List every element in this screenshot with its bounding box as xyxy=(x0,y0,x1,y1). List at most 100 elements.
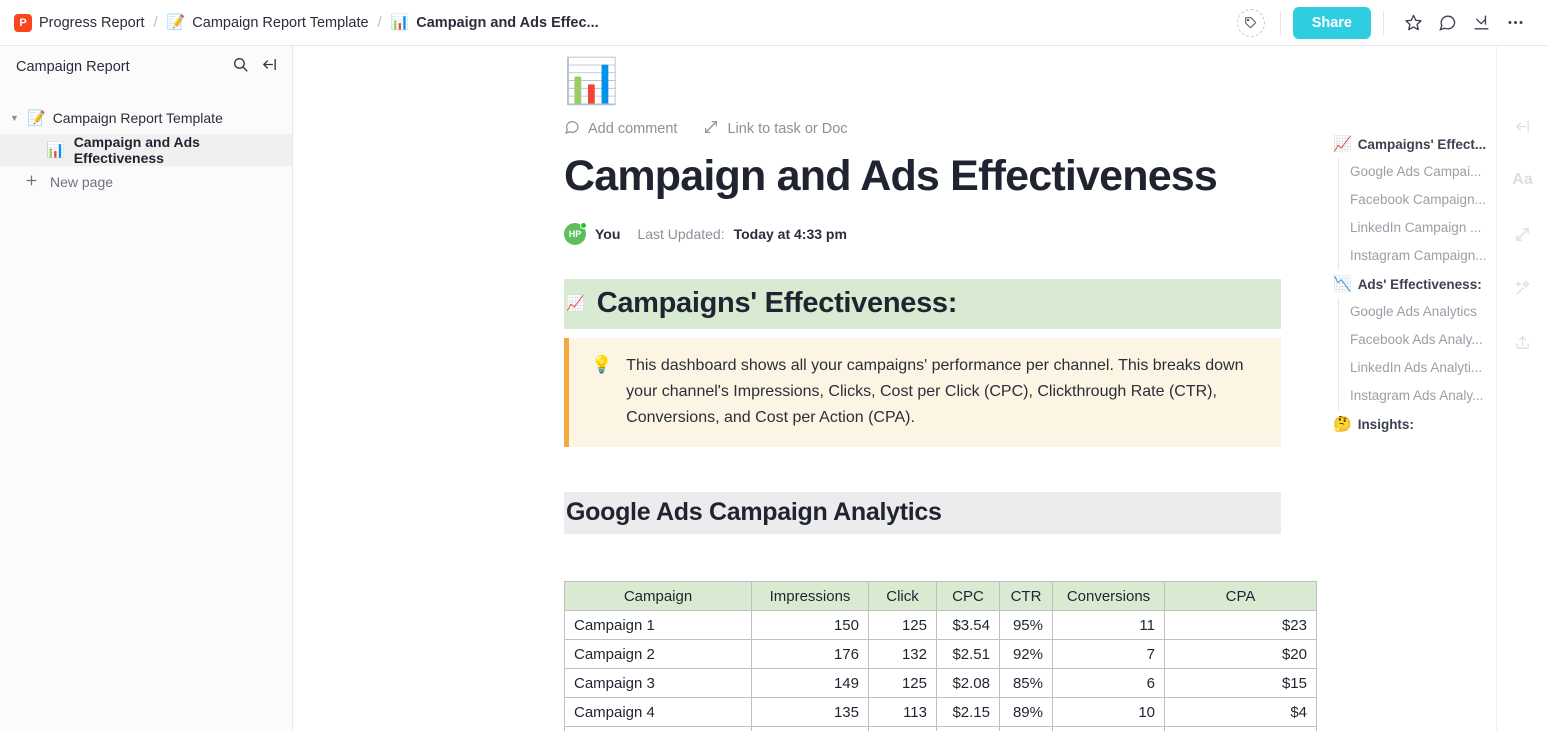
link-to-task-button[interactable]: Link to task or Doc xyxy=(703,119,848,139)
document-cover-emoji-icon[interactable]: 📊 xyxy=(564,60,1333,104)
table-header-cell[interactable]: CPA xyxy=(1164,581,1317,612)
table-cell[interactable]: 113 xyxy=(868,697,937,728)
table-cell[interactable]: 135 xyxy=(751,697,869,728)
callout-text: This dashboard shows all your campaigns'… xyxy=(626,357,1244,427)
table-cell[interactable]: 149 xyxy=(751,668,869,699)
table-row: Campaign 4 135 113 $2.15 89% 10 $4 xyxy=(564,697,1317,728)
table-cell[interactable]: 7 xyxy=(1052,639,1165,670)
table-cell[interactable]: $23 xyxy=(1164,610,1317,641)
sidebar-tree: ▼ 📝 Campaign Report Template 📊 Campaign … xyxy=(0,88,292,198)
table-cell[interactable]: Campaign 3 xyxy=(564,668,752,699)
more-options-icon[interactable] xyxy=(1498,6,1532,40)
table-header-cell[interactable]: Impressions xyxy=(751,581,869,612)
font-size-icon[interactable]: Aa xyxy=(1509,166,1537,194)
presence-dot-icon xyxy=(580,222,587,230)
ai-wand-icon[interactable] xyxy=(1509,274,1537,302)
table-cell[interactable]: Campaign 4 xyxy=(564,697,752,728)
tag-icon[interactable] xyxy=(1234,6,1268,40)
breadcrumb-item-progress-report[interactable]: P Progress Report xyxy=(14,13,145,32)
right-tool-rail: Aa xyxy=(1496,46,1548,731)
share-button[interactable]: Share xyxy=(1292,6,1371,39)
comment-icon[interactable] xyxy=(1430,6,1464,40)
table-cell[interactable]: $20 xyxy=(1164,639,1317,670)
table-header-cell[interactable]: CPC xyxy=(936,581,1000,612)
table-cell[interactable]: Campaign 2 xyxy=(564,639,752,670)
toolbar-divider xyxy=(1279,10,1281,35)
table-cell[interactable]: 10 xyxy=(1052,697,1165,728)
table-cell[interactable]: 98 xyxy=(751,726,869,731)
link-icon xyxy=(703,119,719,139)
table-cell[interactable]: Campaign 1 xyxy=(564,610,752,641)
sidebar-item-new-page[interactable]: New page xyxy=(0,166,292,198)
table-cell[interactable]: $15 xyxy=(1164,668,1317,699)
outline-item-google-ads-campaign[interactable]: Google Ads Campai... xyxy=(1339,158,1496,186)
outline-item-instagram-campaign[interactable]: Instagram Campaign... xyxy=(1339,242,1496,270)
page-title[interactable]: Campaign and Ads Effectiveness xyxy=(564,153,1333,200)
table-cell[interactable]: 95% xyxy=(999,610,1053,641)
table-header-cell[interactable]: Conversions xyxy=(1052,581,1165,612)
outline-item-google-ads-analytics[interactable]: Google Ads Analytics xyxy=(1339,298,1496,326)
table-header-row: Campaign Impressions Click CPC CTR Conve… xyxy=(564,581,1317,612)
table-cell[interactable]: 94% xyxy=(999,726,1053,731)
table-cell[interactable]: 125 xyxy=(868,668,937,699)
table-cell[interactable]: 150 xyxy=(751,610,869,641)
outline-children: Google Ads Analytics Facebook Ads Analy.… xyxy=(1338,298,1496,410)
table-cell[interactable]: $4 xyxy=(1164,697,1317,728)
table-header-cell[interactable]: CTR xyxy=(999,581,1053,612)
breadcrumb-item-current-page[interactable]: 📊 Campaign and Ads Effec... xyxy=(391,15,599,31)
table-cell[interactable]: 89% xyxy=(999,697,1053,728)
star-icon[interactable] xyxy=(1396,6,1430,40)
table-row: Campaign 1 150 125 $3.54 95% 11 $23 xyxy=(564,610,1317,641)
memo-emoji-icon: 📝 xyxy=(166,14,186,31)
outline-item-linkedin-campaign[interactable]: LinkedIn Campaign ... xyxy=(1339,214,1496,242)
sidebar-title: Campaign Report xyxy=(16,59,130,75)
table-cell[interactable]: 6 xyxy=(1052,668,1165,699)
table-header-cell[interactable]: Click xyxy=(868,581,937,612)
breadcrumb-item-campaign-report-template[interactable]: 📝 Campaign Report Template xyxy=(167,15,369,31)
table-cell[interactable]: 85% xyxy=(999,668,1053,699)
table-cell[interactable]: 176 xyxy=(751,639,869,670)
table-cell[interactable]: 132 xyxy=(868,639,937,670)
sidebar-item-campaign-and-ads-effectiveness[interactable]: 📊 Campaign and Ads Effectiveness xyxy=(0,134,292,166)
table-cell[interactable]: $2.08 xyxy=(936,668,1000,699)
sidebar-item-campaign-report-template[interactable]: ▼ 📝 Campaign Report Template xyxy=(0,102,292,134)
search-icon[interactable] xyxy=(232,56,249,78)
breadcrumb: P Progress Report / 📝 Campaign Report Te… xyxy=(0,13,599,32)
comment-icon xyxy=(564,119,580,139)
download-icon[interactable] xyxy=(1464,6,1498,40)
outline-item-facebook-campaign[interactable]: Facebook Campaign... xyxy=(1339,186,1496,214)
export-icon[interactable] xyxy=(1509,328,1537,356)
outline-item-linkedin-ads-analytics[interactable]: LinkedIn Ads Analyti... xyxy=(1339,354,1496,382)
outline-group-label: Ads' Effectiveness: xyxy=(1357,276,1482,292)
table-header-cell[interactable]: Campaign xyxy=(564,581,752,612)
table-cell[interactable]: 92% xyxy=(999,639,1053,670)
table-row: Campaign 5 98 72 $1.56 94% 8 $25 xyxy=(564,726,1317,731)
outline-item-facebook-ads-analytics[interactable]: Facebook Ads Analy... xyxy=(1339,326,1496,354)
info-callout: 💡 This dashboard shows all your campaign… xyxy=(564,338,1281,448)
outline-group-ads-effectiveness[interactable]: 📉 Ads' Effectiveness: xyxy=(1333,270,1496,298)
table-cell[interactable]: 125 xyxy=(868,610,937,641)
chevron-down-icon[interactable]: ▼ xyxy=(10,113,20,123)
table-cell[interactable]: $3.54 xyxy=(936,610,1000,641)
outline-group-insights[interactable]: 🤔 Insights: xyxy=(1333,410,1496,438)
outline-item-instagram-ads-analytics[interactable]: Instagram Ads Analy... xyxy=(1339,382,1496,410)
collapse-panel-icon[interactable] xyxy=(261,56,278,78)
table-cell[interactable]: $25 xyxy=(1164,726,1317,731)
table-cell[interactable]: $2.51 xyxy=(936,639,1000,670)
collapse-right-icon[interactable] xyxy=(1509,112,1537,140)
table-cell[interactable]: 8 xyxy=(1052,726,1165,731)
table-cell[interactable]: $2.15 xyxy=(936,697,1000,728)
avatar[interactable]: HP xyxy=(564,222,587,246)
breadcrumb-label: Campaign Report Template xyxy=(192,14,369,31)
light-bulb-emoji-icon: 💡 xyxy=(591,355,613,375)
table-cell[interactable]: Campaign 5 xyxy=(564,726,752,731)
table-cell[interactable]: 72 xyxy=(868,726,937,731)
table-cell[interactable]: 11 xyxy=(1052,610,1165,641)
table-cell[interactable]: $1.56 xyxy=(936,726,1000,731)
outline-group-label: Campaigns' Effect... xyxy=(1357,136,1487,152)
add-comment-button[interactable]: Add comment xyxy=(564,119,677,139)
outline-group-campaigns-effectiveness[interactable]: 📈 Campaigns' Effect... xyxy=(1333,130,1496,158)
document-meta: HP You Last Updated: Today at 4:33 pm xyxy=(564,222,1333,246)
relationships-icon[interactable] xyxy=(1509,220,1537,248)
section-heading-label: Campaigns' Effectiveness: xyxy=(596,287,958,320)
